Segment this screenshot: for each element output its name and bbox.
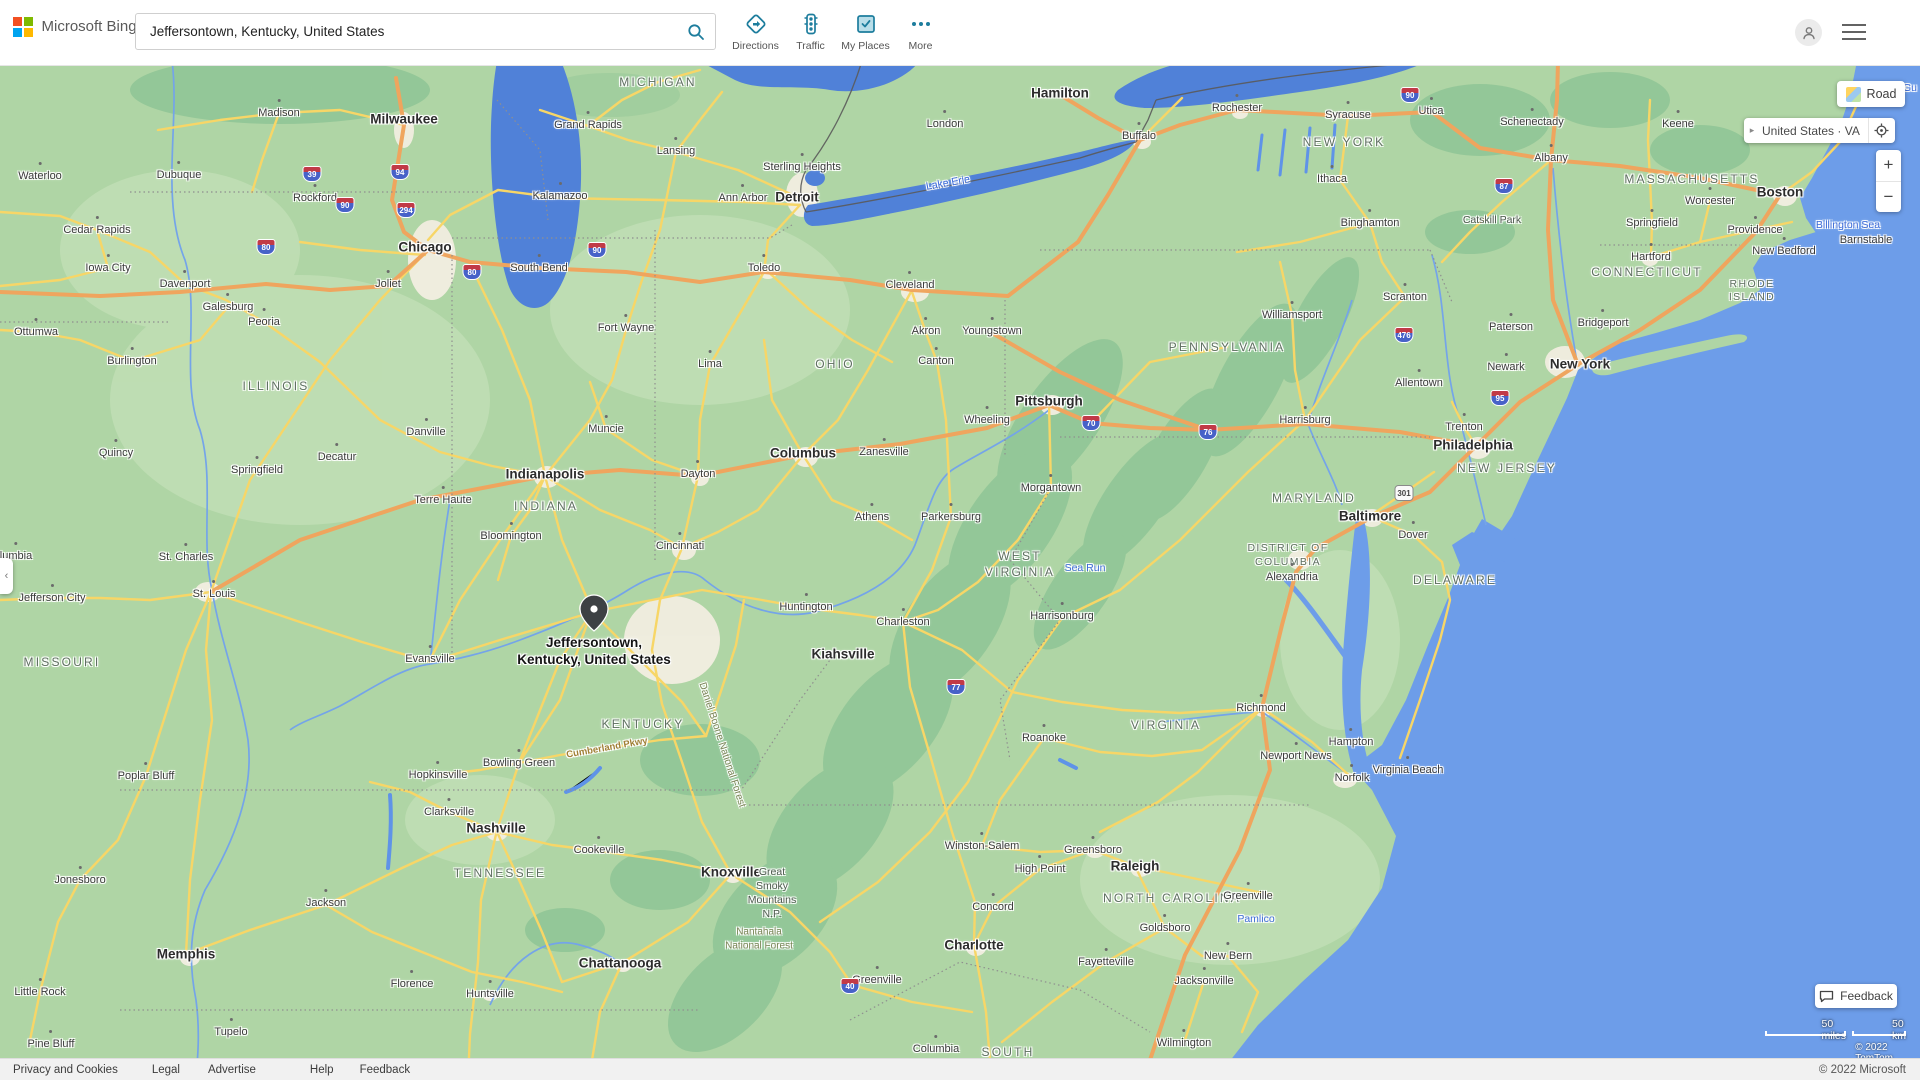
- footer-bar: Privacy and Cookies Legal Advertise Help…: [0, 1058, 1920, 1080]
- region-breadcrumb-bar[interactable]: ▸ United States · VA: [1744, 118, 1895, 143]
- map-style-button[interactable]: Road: [1837, 81, 1905, 107]
- bing-logo[interactable]: Microsoft Bing: [13, 17, 137, 37]
- search-input[interactable]: [136, 24, 677, 39]
- footer-link-feedback[interactable]: Feedback: [360, 1064, 411, 1076]
- map-canvas[interactable]: [0, 0, 1920, 1080]
- footer-link-legal[interactable]: Legal: [152, 1064, 180, 1076]
- locate-icon: [1874, 123, 1889, 138]
- brand-text: Microsoft Bing: [42, 18, 137, 35]
- directions-icon: [743, 11, 769, 37]
- traffic-button[interactable]: Traffic: [783, 7, 838, 52]
- my-places-button[interactable]: My Places: [838, 7, 893, 52]
- zoom-control: + −: [1876, 150, 1901, 212]
- pin-label: Jeffersontown,Kentucky, United States: [517, 634, 671, 668]
- footer-link-privacy[interactable]: Privacy and Cookies: [13, 1064, 118, 1076]
- locate-me-button[interactable]: [1868, 118, 1895, 143]
- my-places-icon: [853, 11, 879, 37]
- search-box[interactable]: [135, 13, 716, 50]
- user-avatar[interactable]: [1795, 19, 1822, 46]
- directions-button[interactable]: Directions: [728, 7, 783, 52]
- microsoft-logo-icon: [13, 17, 33, 37]
- search-icon: [687, 23, 705, 41]
- region-label: United States · VA: [1760, 124, 1868, 138]
- zoom-in-button[interactable]: +: [1876, 150, 1901, 182]
- footer-link-advertise[interactable]: Advertise: [208, 1064, 256, 1076]
- feedback-button[interactable]: Feedback: [1815, 984, 1897, 1008]
- more-dots-icon: [908, 11, 934, 37]
- footer-link-help[interactable]: Help: [310, 1064, 334, 1076]
- person-icon: [1801, 25, 1817, 41]
- sidebar-collapse-tab[interactable]: ‹: [0, 558, 13, 594]
- search-button[interactable]: [677, 14, 715, 49]
- microsoft-copyright: © 2022 Microsoft: [1819, 1064, 1906, 1076]
- more-button[interactable]: More: [893, 7, 948, 52]
- bing-maps-app: MadisonMilwaukeeWaterlooDubuqueCedar Rap…: [0, 0, 1920, 1080]
- location-pin[interactable]: [579, 594, 609, 632]
- map-style-icon: [1846, 87, 1861, 102]
- speech-bubble-icon: [1819, 990, 1834, 1003]
- chevron-right-icon[interactable]: ▸: [1744, 125, 1760, 136]
- top-bar: Microsoft Bing Directions: [0, 0, 1920, 66]
- hamburger-menu-button[interactable]: [1842, 24, 1866, 40]
- traffic-light-icon: [798, 11, 824, 37]
- zoom-out-button[interactable]: −: [1876, 182, 1901, 213]
- map-toolbar: Directions Traffic My Places: [728, 7, 948, 52]
